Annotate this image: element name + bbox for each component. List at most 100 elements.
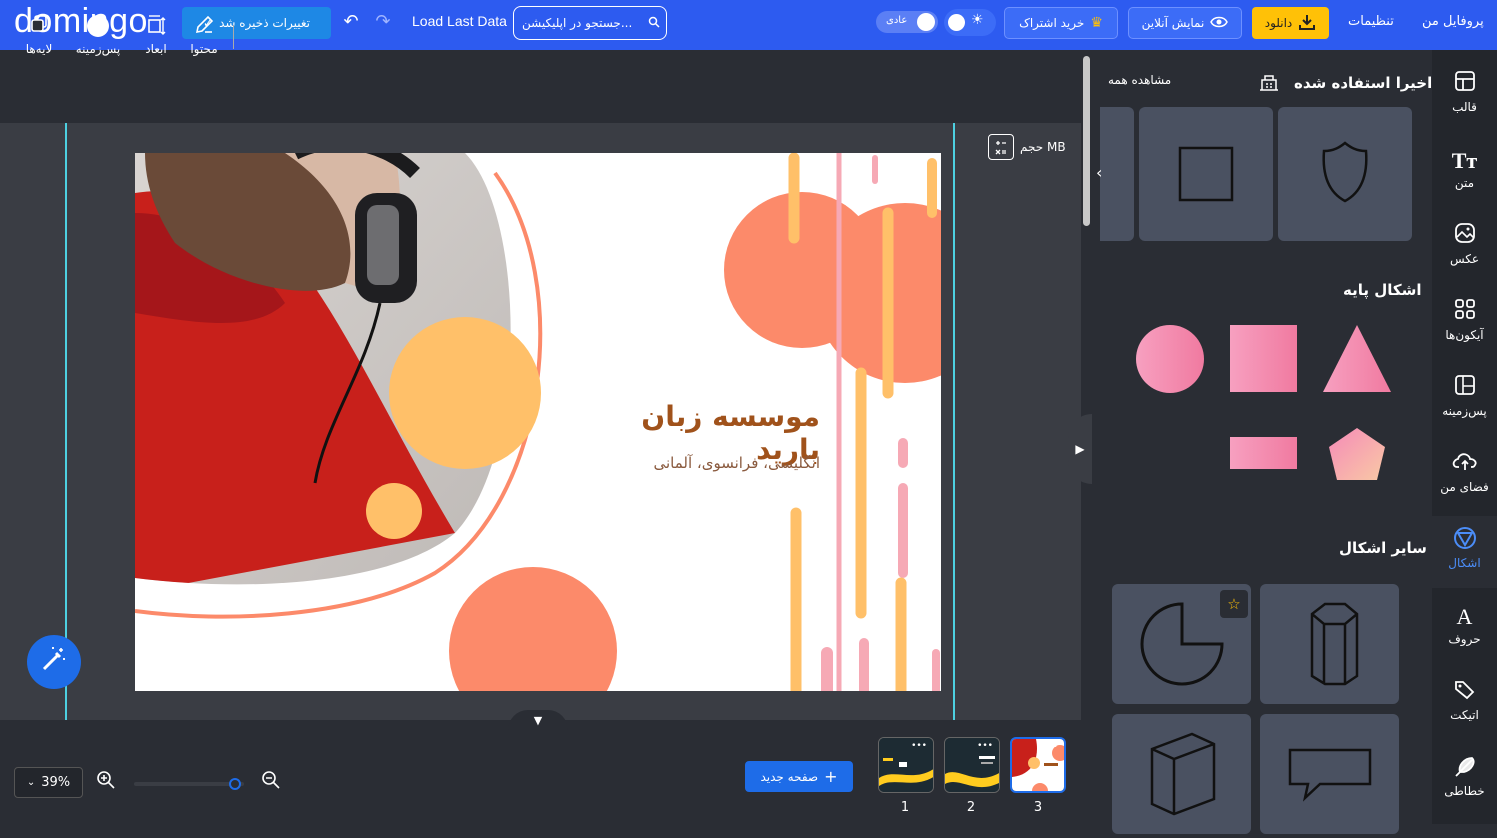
- small-peach-circle[interactable]: [366, 483, 422, 539]
- background-button[interactable]: پس‌زمینه: [72, 14, 124, 62]
- recent-icon: [1258, 72, 1280, 97]
- recent-shape-shield[interactable]: [1278, 107, 1412, 241]
- recent-title: اخیرا استفاده شده: [1294, 74, 1433, 92]
- shapes-icon: [1432, 526, 1497, 556]
- content-button[interactable]: محتوا: [178, 14, 230, 62]
- resize-button[interactable]: ابعاد: [130, 14, 182, 62]
- sidenav-label: پس‌زمینه: [1442, 404, 1487, 418]
- feather-icon: [1432, 754, 1497, 784]
- theme-knob: [948, 14, 965, 31]
- icons-icon: [1432, 298, 1497, 328]
- download-button[interactable]: دانلود: [1252, 7, 1329, 39]
- undo-icon[interactable]: ↶: [340, 10, 362, 32]
- basic-shapes-grid: [1136, 325, 1391, 480]
- redo-icon[interactable]: ↷: [372, 10, 394, 32]
- shape-card-cube[interactable]: [1112, 714, 1251, 834]
- sidenav-photo[interactable]: عکس: [1432, 212, 1497, 284]
- template-icon: [1432, 70, 1497, 100]
- panel-scrollbar[interactable]: [1083, 56, 1090, 226]
- theme-toggle[interactable]: ☀: [944, 9, 996, 36]
- resize-icon: [130, 14, 182, 38]
- sidenav-label: متن: [1454, 176, 1475, 190]
- more-icon[interactable]: •••: [1042, 742, 1058, 752]
- slide-canvas[interactable]: موسسه زبان بارید انگلیسی، فرانسوی، آلمان…: [135, 153, 941, 691]
- rectangle-shape[interactable]: [1230, 437, 1297, 469]
- layers-button[interactable]: لایه‌ها: [13, 14, 65, 62]
- sidenav-label: حروف: [1448, 632, 1481, 646]
- square-outline-icon: [1178, 146, 1234, 202]
- other-shapes-title: سایر اشکال: [1339, 539, 1427, 557]
- plus-icon: +: [824, 767, 838, 786]
- content-label: محتوا: [190, 42, 218, 56]
- mode-toggle[interactable]: عادی: [876, 11, 938, 33]
- sidenav-label: اتیکت: [1450, 708, 1479, 722]
- slide-subtitle[interactable]: انگلیسی، فرانسوی، آلمانی: [575, 454, 820, 472]
- photo-icon: [1432, 222, 1497, 252]
- circle-shape[interactable]: [1136, 325, 1204, 393]
- zoom-slider[interactable]: [134, 778, 244, 790]
- more-icon[interactable]: •••: [911, 741, 927, 751]
- subscribe-button[interactable]: خرید اشتراک ♛: [1004, 7, 1118, 39]
- chevron-right-icon: ▶: [1075, 442, 1085, 456]
- recent-scroll-left[interactable]: ‹: [1096, 107, 1134, 241]
- sidenav-my-space[interactable]: فضای من: [1432, 440, 1497, 512]
- calculator-icon[interactable]: [988, 134, 1014, 160]
- favorite-star-icon[interactable]: ☆: [1220, 590, 1248, 618]
- resize-label: ابعاد: [145, 42, 167, 56]
- background-color-icon: [72, 14, 124, 38]
- peach-circle[interactable]: [389, 317, 541, 469]
- sidenav-label: خطاطی: [1444, 784, 1485, 798]
- file-size-info: حجم MB: [988, 134, 1066, 160]
- zoom-select[interactable]: ⌄ 39%: [14, 767, 83, 798]
- download-label: دانلود: [1264, 16, 1293, 30]
- crown-icon: ♛: [1090, 15, 1103, 31]
- zoom-value: 39%: [41, 775, 71, 790]
- more-icon[interactable]: •••: [977, 741, 993, 751]
- new-page-button[interactable]: صفحه جدید +: [745, 761, 853, 792]
- zoom-out-icon[interactable]: [261, 770, 281, 795]
- settings-link[interactable]: تنظیمات: [1348, 14, 1394, 29]
- sidenav-background[interactable]: پس‌زمینه: [1432, 364, 1497, 436]
- sidenav-tag[interactable]: اتیکت: [1432, 668, 1497, 740]
- zoom-in-icon[interactable]: [96, 770, 116, 795]
- zoom-slider-thumb[interactable]: [229, 778, 241, 790]
- sidenav-text[interactable]: Tт متن: [1432, 136, 1497, 208]
- cube-icon: [1150, 732, 1216, 816]
- shape-card-prism[interactable]: [1260, 584, 1399, 704]
- download-icon: [1298, 14, 1316, 33]
- sidenav-icons[interactable]: آیکون‌ها: [1432, 288, 1497, 360]
- view-all-link[interactable]: مشاهده همه: [1108, 73, 1171, 87]
- page-number: 1: [900, 800, 910, 815]
- sidenav-label: قالب: [1452, 100, 1477, 114]
- sun-icon: ☀: [971, 12, 984, 28]
- new-page-label: صفحه جدید: [760, 769, 819, 784]
- basic-shapes-title: اشکال پایه: [1343, 281, 1422, 299]
- sidenav-letters[interactable]: A حروف: [1432, 592, 1497, 664]
- search-placeholder: جستجو در اپلیکیشن...: [522, 16, 633, 30]
- search-input[interactable]: جستجو در اپلیکیشن...: [513, 6, 667, 40]
- recent-shape-square[interactable]: [1139, 107, 1273, 241]
- collapse-bottom-button[interactable]: ▼: [508, 710, 568, 730]
- page-thumbnail-active[interactable]: •••: [1010, 737, 1066, 793]
- hexagonal-prism-icon: [1310, 602, 1359, 686]
- triangle-shape[interactable]: [1323, 325, 1391, 392]
- square-shape[interactable]: [1230, 325, 1297, 392]
- magic-wand-button[interactable]: [27, 635, 81, 689]
- sidenav-template[interactable]: قالب: [1432, 60, 1497, 132]
- profile-link[interactable]: پروفایل من: [1422, 14, 1484, 29]
- load-last-data-button[interactable]: Load Last Data: [412, 13, 507, 29]
- bottom-coral-circle[interactable]: [449, 567, 617, 691]
- sidenav-label: آیکون‌ها: [1445, 328, 1484, 342]
- shape-card-speech-bubble[interactable]: [1260, 714, 1399, 834]
- live-preview-button[interactable]: نمایش آنلاین: [1128, 7, 1242, 39]
- sidenav-calligraphy[interactable]: خطاطی: [1432, 744, 1497, 816]
- sidenav-shapes[interactable]: اشکال: [1432, 516, 1497, 588]
- chevron-left-icon: ‹: [1096, 163, 1103, 182]
- sidenav-label: فضای من: [1440, 480, 1489, 494]
- collapse-panel-button[interactable]: ▶: [1068, 414, 1092, 484]
- speech-bubble-icon: [1288, 748, 1372, 802]
- pentagon-shape[interactable]: [1329, 428, 1385, 480]
- guide-line-right: [953, 123, 955, 720]
- page-thumbnail[interactable]: •••: [944, 737, 1000, 793]
- page-thumbnail[interactable]: •••: [878, 737, 934, 793]
